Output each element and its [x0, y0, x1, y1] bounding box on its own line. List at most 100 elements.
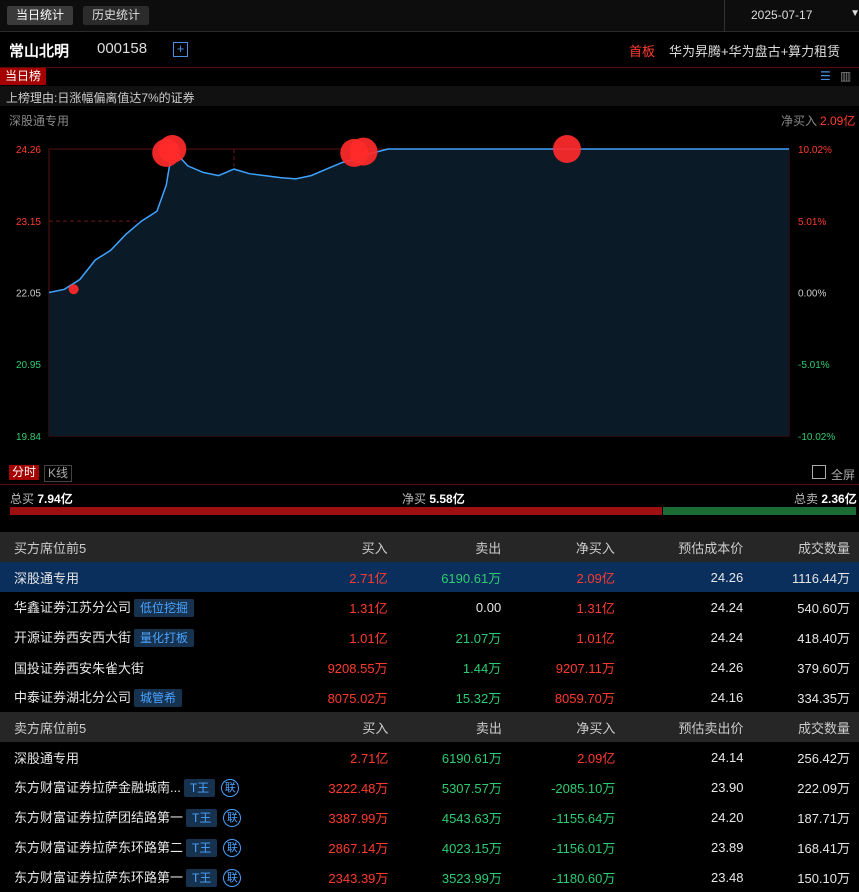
trade-marker[interactable]	[553, 135, 581, 163]
col-header: 预估卖出价	[615, 712, 744, 742]
linked-seat-icon[interactable]: 联	[223, 839, 242, 858]
est-price: 23.90	[710, 779, 744, 795]
date-value: 2025-07-17	[751, 8, 813, 22]
seat-name[interactable]: 东方财富证券拉萨团结路第一	[14, 810, 183, 825]
sell-amount: 0.00	[475, 599, 502, 615]
bar-chart-icon[interactable]: ▥	[840, 69, 851, 83]
table-row[interactable]: 中泰证券湖北分公司 城管希 8075.02万 15.32万 8059.70万 24.16 3…	[0, 682, 859, 712]
sell-amount: 6190.61万	[387, 562, 502, 592]
table-row[interactable]: 深股通专用 2.71亿 6190.61万 2.09亿 24.26 1116.44万	[0, 562, 859, 592]
seat-name[interactable]: 深股通专用	[14, 751, 79, 766]
stock-header: 常山北明 000158 + 首板 华为昇腾+华为盘古+算力租赁	[0, 31, 859, 68]
buy-amount: 3222.48万	[328, 780, 389, 796]
seat-name[interactable]: 深股通专用	[14, 571, 79, 586]
stock-code: 000158	[97, 40, 148, 57]
fullscreen-icon[interactable]	[812, 465, 826, 479]
net-amount: 1.31亿	[576, 600, 615, 616]
top-bar: 当日统计 历史统计 2025-07-17 ▼	[0, 0, 859, 32]
stock-name: 常山北明	[9, 43, 70, 60]
seat-cell: 东方财富证券拉萨东环路第一 T王联	[0, 862, 302, 892]
seat-tag[interactable]: 量化打板	[134, 629, 195, 648]
sell-ratio-bar	[663, 507, 856, 515]
intraday-chart: 24.26 10.02% 23.15 5.01% 22.05 0.00% 20.95 -5.0…	[16, 135, 835, 442]
seat-name[interactable]: 东方财富证券拉萨东环路第一	[14, 870, 183, 885]
tab-today-stats[interactable]: 当日统计	[7, 6, 74, 25]
volume: 222.09万	[797, 780, 850, 796]
seat-tag[interactable]: 城管希	[134, 689, 183, 708]
buy-seats-table: 买方席位前5 买入 卖出 净买入 预估成本价 成交数量 深股通专用 2.71亿 61…	[0, 532, 859, 712]
seat-cell: 国投证券西安朱雀大街	[0, 652, 301, 682]
table-row[interactable]: 东方财富证券拉萨东环路第一 T王联 2343.39万 3523.99万 -1180.60…	[0, 862, 859, 892]
trade-marker[interactable]	[349, 137, 378, 166]
col-header: 净买入	[501, 532, 615, 562]
date-selector[interactable]: 2025-07-17 ▼	[724, 0, 859, 31]
seat-tag[interactable]: 低位挖掘	[134, 599, 195, 618]
seat-tag[interactable]: T王	[186, 809, 218, 828]
est-price: 24.24	[710, 599, 744, 615]
buy-amount: 9208.55万	[327, 660, 388, 676]
tab-kline[interactable]: K线	[44, 465, 73, 482]
price-area	[49, 149, 789, 436]
table-row[interactable]: 东方财富证券拉萨金融城南... T王联 3222.48万 5307.57万 -2085.…	[0, 772, 859, 802]
trade-marker[interactable]	[68, 284, 79, 295]
sell-amount: 6190.61万	[441, 750, 502, 766]
seat-name[interactable]: 东方财富证券拉萨金融城南...	[14, 780, 181, 795]
y-pct-tick-label: 0.00%	[798, 289, 826, 300]
tab-intraday[interactable]: 分时	[9, 465, 40, 480]
table-row[interactable]: 华鑫证券江苏分公司 低位挖掘 1.31亿 0.00 1.31亿 24.24 540.60万	[0, 592, 859, 622]
table-row[interactable]: 东方财富证券拉萨团结路第一 T王联 3387.99万 4543.63万 -1155.64…	[0, 802, 859, 832]
est-price: 23.48	[710, 869, 744, 885]
sell-amount: 4543.63万	[441, 810, 502, 826]
seat-tag[interactable]: T王	[186, 869, 218, 888]
table-row[interactable]: 深股通专用 2.71亿 6190.61万 2.09亿 24.14 256.42万	[0, 742, 859, 772]
linked-seat-icon[interactable]: 联	[223, 809, 242, 828]
buy-amount: 2867.14万	[328, 840, 389, 856]
buy-amount: 2.71亿	[301, 562, 388, 592]
seat-tag[interactable]: T王	[183, 779, 216, 798]
seat-tag[interactable]: T王	[186, 839, 218, 858]
seat-name[interactable]: 开源证券西安西大街	[14, 630, 131, 645]
chart-seat-label: 深股通专用	[9, 114, 70, 128]
today-list-tag: 当日榜	[0, 68, 47, 85]
add-watchlist-button[interactable]: +	[173, 42, 188, 57]
y-tick-label: 19.84	[16, 432, 41, 442]
fullscreen-button[interactable]: 全屏	[831, 466, 855, 483]
net-buy-value: 5.58亿	[429, 492, 465, 506]
col-header: 卖出	[388, 712, 502, 742]
seat-name[interactable]: 华鑫证券江苏分公司	[14, 600, 131, 615]
table-row[interactable]: 东方财富证券拉萨东环路第二 T王联 2867.14万 4023.15万 -1156.01…	[0, 832, 859, 862]
buy-amount: 2343.39万	[328, 870, 389, 886]
volume: 418.40万	[797, 630, 850, 646]
volume: 168.41万	[797, 840, 850, 856]
net-amount: 9207.11万	[555, 660, 615, 676]
buy-amount: 1.01亿	[349, 630, 388, 646]
volume: 1116.44万	[743, 562, 859, 592]
concept-list[interactable]: 华为昇腾+华为盘古+算力租赁	[669, 41, 859, 60]
trade-marker[interactable]	[158, 135, 187, 163]
seat-cell: 华鑫证券江苏分公司 低位挖掘	[0, 592, 301, 622]
net-amount: 2.09亿	[577, 750, 616, 766]
seat-name[interactable]: 东方财富证券拉萨东环路第二	[14, 840, 183, 855]
net-buy-label: 净买	[402, 492, 427, 506]
chart-net-buy-value: 2.09亿	[820, 114, 856, 128]
linked-seat-icon[interactable]: 联	[223, 869, 242, 888]
col-header: 买方席位前5	[0, 532, 302, 562]
seat-name[interactable]: 中泰证券湖北分公司	[14, 690, 131, 705]
col-header: 买入	[302, 712, 389, 742]
seat-cell: 深股通专用	[0, 562, 302, 592]
seat-cell: 中泰证券湖北分公司 城管希	[0, 682, 301, 712]
seat-name[interactable]: 国投证券西安朱雀大街	[14, 661, 144, 676]
col-header: 成交数量	[743, 712, 859, 742]
list-view-icon[interactable]: ☰	[820, 69, 831, 83]
total-sell-value: 2.36亿	[821, 492, 857, 506]
seat-cell: 东方财富证券拉萨团结路第一 T王联	[0, 802, 302, 832]
table-row[interactable]: 国投证券西安朱雀大街 9208.55万 1.44万 9207.11万 24.26 379.…	[0, 652, 859, 682]
board-tag: 首板	[629, 44, 656, 59]
est-price: 23.89	[710, 839, 744, 855]
tab-history-stats[interactable]: 历史统计	[83, 6, 150, 25]
total-buy: 总买 7.94亿	[10, 490, 73, 507]
seat-cell: 开源证券西安西大街 量化打板	[0, 622, 301, 652]
table-row[interactable]: 开源证券西安西大街 量化打板 1.01亿 21.07万 1.01亿 24.24 418.40…	[0, 622, 859, 652]
linked-seat-icon[interactable]: 联	[221, 779, 240, 798]
sell-amount: 5307.57万	[441, 780, 502, 796]
